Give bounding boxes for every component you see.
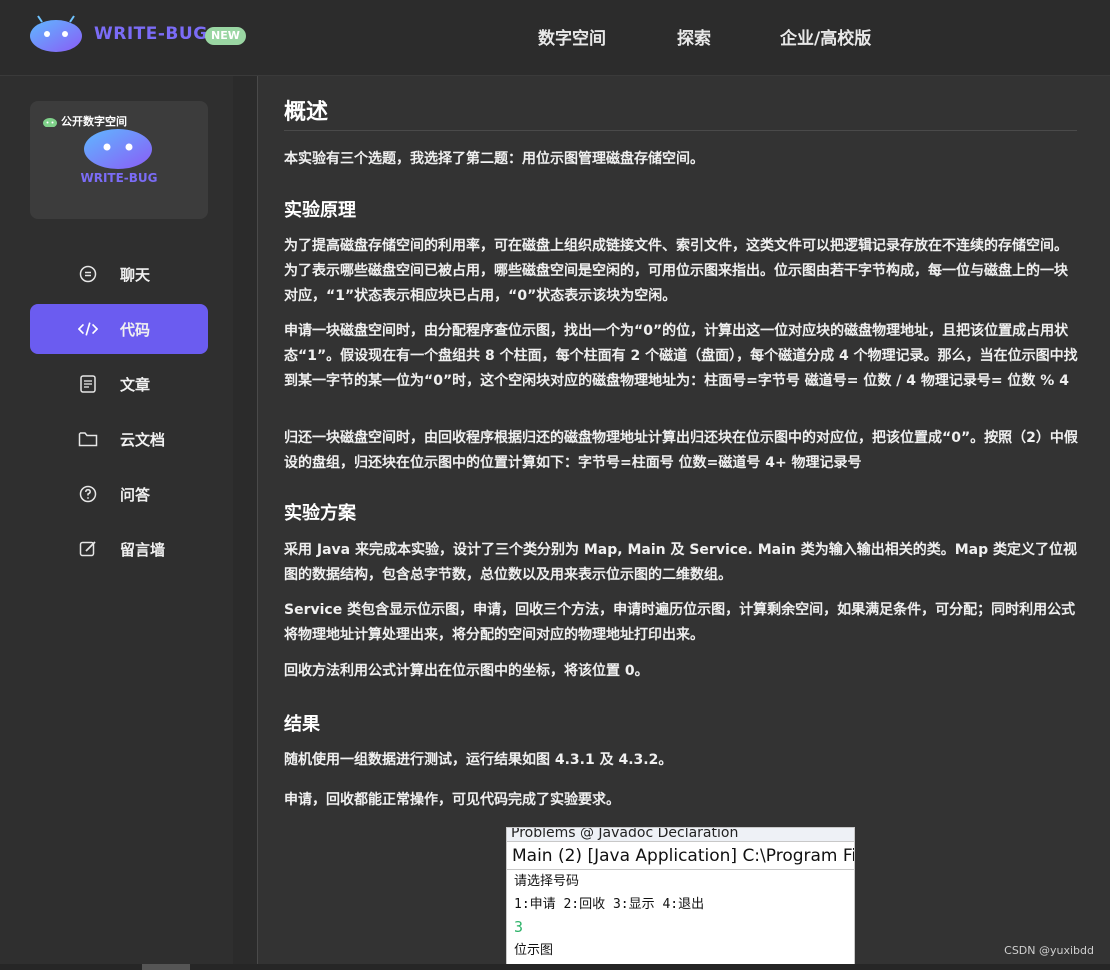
new-badge: NEW <box>205 27 246 45</box>
public-space-tag: 公开数字空间 <box>42 113 127 129</box>
sidebar-item-label: 留言墙 <box>120 540 166 559</box>
question-icon <box>78 484 98 504</box>
sidebar-item-label: 云文档 <box>120 430 166 449</box>
brand-name[interactable]: WRITE-BUG <box>94 24 208 44</box>
section-heading-plan: 实验方案 <box>284 503 356 524</box>
nav-enterprise[interactable]: 企业/高校版 <box>780 24 871 49</box>
console-input-line: 3 <box>514 918 524 936</box>
sidebar-item-chat[interactable]: 聊天 <box>30 249 208 299</box>
folder-icon <box>78 429 98 449</box>
console-line: 1:申请 2:回收 3:显示 4:退出 <box>514 897 705 912</box>
writebug-logo-icon[interactable] <box>28 14 84 54</box>
article-title: 概述 <box>284 100 329 125</box>
edit-icon <box>78 539 98 559</box>
code-icon <box>78 319 98 339</box>
card-brand-name: WRITE-BUG <box>80 171 158 185</box>
plan-paragraph-2: Service 类包含显示位示图，申请，回收三个方法，申请时遍历位示图，计算剩余… <box>284 602 1076 643</box>
article-content: 概述 本实验有三个选题，我选择了第二题：用位示图管理磁盘存储空间。 实验原理 为… <box>257 76 1110 970</box>
section-heading-principle: 实验原理 <box>284 200 356 221</box>
sidebar-item-message-wall[interactable]: 留言墙 <box>30 524 208 574</box>
sidebar-item-qa[interactable]: 问答 <box>30 469 208 519</box>
sidebar-item-label: 聊天 <box>120 265 151 284</box>
sidebar-item-code[interactable]: 代码 <box>30 304 208 354</box>
result-paragraph-1: 随机使用一组数据进行测试，运行结果如图 4.3.1 及 4.3.2。 <box>284 752 673 768</box>
nav-digital-space[interactable]: 数字空间 <box>538 24 606 49</box>
public-space-label: 公开数字空间 <box>61 115 127 128</box>
space-card[interactable]: 公开数字空间 WRITE-BUG <box>30 101 208 219</box>
console-screenshot: Problems @ Javadoc Declaration Main (2) … <box>506 827 855 970</box>
chat-icon <box>78 264 98 284</box>
sidebar-item-cloud-docs[interactable]: 云文档 <box>30 414 208 464</box>
nav-explore[interactable]: 探索 <box>677 24 711 49</box>
title-divider <box>284 130 1077 131</box>
scrollbar-thumb[interactable] <box>142 964 190 970</box>
article-icon <box>78 374 98 394</box>
sidebar-item-label: 代码 <box>120 320 151 339</box>
plan-paragraph-1: 采用 Java 来完成本实验，设计了三个类分别为 Map, Main 及 Ser… <box>284 542 1078 583</box>
plan-paragraph-3: 回收方法利用公式计算出在位示图中的坐标，将该位置 0。 <box>284 663 649 679</box>
sidebar-item-article[interactable]: 文章 <box>30 359 208 409</box>
csdn-watermark: CSDN @yuxibdd <box>1004 944 1094 957</box>
sidebar-item-label: 问答 <box>120 485 151 504</box>
android-icon <box>43 118 57 127</box>
intro-paragraph: 本实验有三个选题，我选择了第二题：用位示图管理磁盘存储空间。 <box>284 151 704 167</box>
sidebar-item-label: 文章 <box>120 375 151 394</box>
console-tabs: Problems @ Javadoc Declaration <box>507 828 854 842</box>
top-bar: WRITE-BUG NEW 数字空间 探索 企业/高校版 <box>0 0 1110 76</box>
principle-paragraph-3: 归还一块磁盘空间时，由回收程序根据归还的磁盘物理地址计算出归还块在位示图中的对应… <box>284 430 1078 471</box>
principle-paragraph-2: 申请一块磁盘空间时，由分配程序查位示图，找出一个为“0”的位，计算出这一位对应块… <box>284 323 1078 389</box>
console-title: Main (2) [Java Application] C:\Program F… <box>507 842 854 870</box>
sidebar: 公开数字空间 WRITE-BUG 聊天 代码 文章 云文档 问答 留言墙 <box>0 76 233 970</box>
section-heading-result: 结果 <box>284 714 320 735</box>
console-line: 位示图 <box>514 943 554 958</box>
result-paragraph-2: 申请，回收都能正常操作，可见代码完成了实验要求。 <box>284 792 620 808</box>
principle-paragraph-1: 为了提高磁盘存储空间的利用率，可在磁盘上组织成链接文件、索引文件，这类文件可以把… <box>284 238 1068 304</box>
console-line: 请选择号码 <box>514 874 580 889</box>
